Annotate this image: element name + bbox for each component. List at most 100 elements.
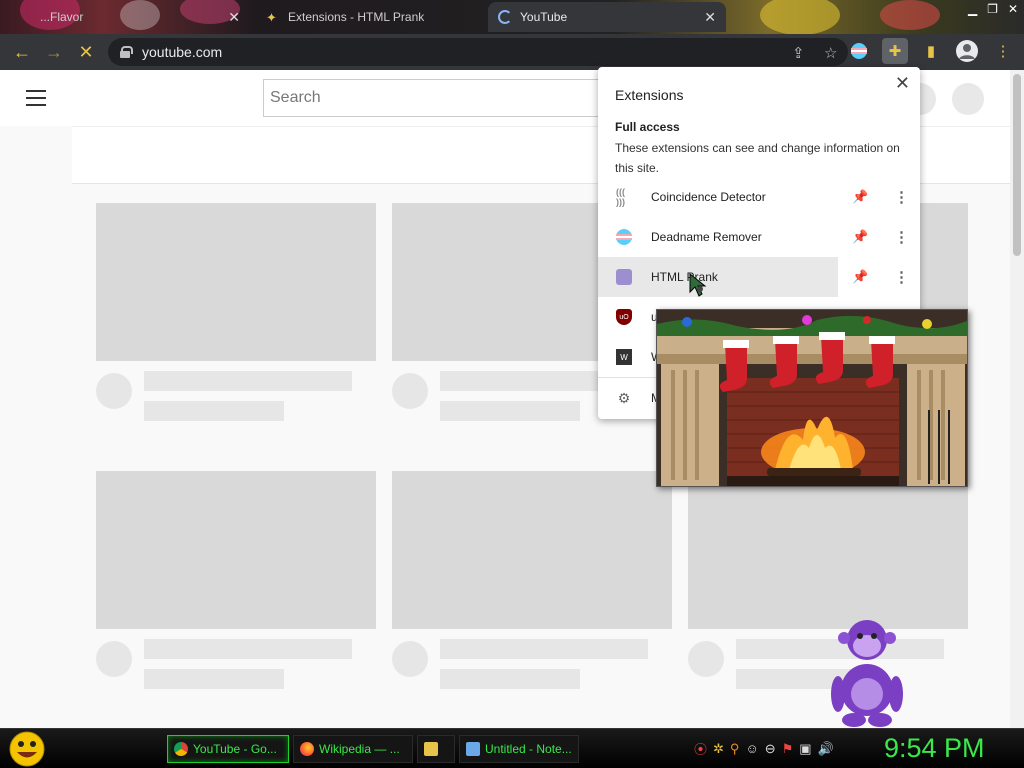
video-thumbnail-placeholder [688,471,968,629]
tab-flavor[interactable]: ...Flavor ✕ [30,2,250,32]
title-placeholder [144,639,352,659]
coincidence-icon: ((( ))) [616,187,625,207]
close-icon[interactable]: ✕ [228,9,240,26]
more-options-icon[interactable]: ⋮ [894,188,909,206]
scrollbar-thumb[interactable] [1013,74,1021,256]
extension-name: Deadname Remover [651,230,762,244]
bonzi-monkey-icon[interactable] [826,616,908,728]
window-controls: ▁ ❐ ✕ [968,2,1018,16]
taskbar-item-folder[interactable] [417,735,455,763]
video-thumbnail-placeholder [392,471,672,629]
tray-chat-icon[interactable]: ☺ [745,741,758,756]
url-text: youtube.com [142,44,223,60]
bookmark-star-icon[interactable]: ☆ [824,44,837,62]
more-options-icon[interactable]: ⋮ [894,228,909,246]
tray-search-icon[interactable]: ⚲ [730,741,740,757]
mouse-cursor-icon [689,272,707,297]
tab-label: YouTube [520,10,568,24]
task-label: YouTube - Go... [193,742,277,756]
search-input[interactable]: Search [263,79,643,117]
close-icon[interactable]: ✕ [704,9,716,26]
fireplace-image [657,310,967,486]
extension-row-html-prank[interactable]: HTML Prank [598,257,838,297]
lock-icon[interactable] [120,46,133,58]
trans-flag-extension-icon[interactable] [846,38,872,64]
title-placeholder [440,639,648,659]
trans-flag-icon [616,229,632,245]
extension-row-deadname-remover[interactable]: Deadname Remover 📌 ⋮ [598,217,920,257]
close-window-icon[interactable]: ✕ [1008,2,1018,16]
folder-icon [424,742,438,756]
minimize-icon[interactable]: ▁ [968,2,977,16]
browser-titlebar: ...Flavor ✕ ✦ Extensions - HTML Prank Yo… [0,0,1024,34]
meta-placeholder [144,669,284,689]
extension-name: Coincidence Detector [651,190,766,204]
address-bar[interactable]: youtube.com ⇪ ☆ [108,38,848,66]
title-placeholder [144,371,352,391]
start-smiley-icon[interactable] [8,731,46,767]
tray-security-icon[interactable]: ⊖ [765,741,776,757]
meta-placeholder [440,401,580,421]
system-tray: ⦿ ✲ ⚲ ☺ ⊖ ⚑ ▣ 🔊 [694,739,834,758]
tray-volume-icon[interactable]: 🔊 [818,741,834,757]
fireplace-prank-popup[interactable] [656,309,968,487]
section-title: Full access [615,120,680,134]
task-label: Wikipedia — ... [319,742,400,756]
tab-youtube[interactable]: YouTube ✕ [488,2,726,32]
channel-avatar-placeholder [688,641,724,677]
puzzle-icon: ✦ [266,10,277,25]
taskbar-clock[interactable]: 9:54 PM [884,733,985,764]
section-description: These extensions can see and change info… [615,141,900,175]
taskbar-item-notepad[interactable]: Untitled - Note... [459,735,579,763]
task-label: Untitled - Note... [485,742,572,756]
header-placeholder-circle [952,83,984,115]
share-icon[interactable]: ⇪ [792,44,805,62]
channel-avatar-placeholder [392,641,428,677]
video-thumbnail-placeholder [96,471,376,629]
notepad-icon [466,742,480,756]
wiki-icon: W [616,349,632,365]
channel-avatar-placeholder [96,641,132,677]
pin-icon[interactable]: 📌 [852,269,868,285]
tray-flag-icon[interactable]: ⚑ [782,741,794,757]
pin-icon-active[interactable]: 📌 [852,229,868,245]
toolbar-right-icons: ✚ ▮ ⋮ [846,38,1016,64]
popup-title: Extensions [615,87,684,103]
firefox-icon [300,742,314,756]
tab-label: ...Flavor [40,10,84,24]
close-icon[interactable]: ✕ [895,73,910,94]
tab-label: Extensions - HTML Prank [288,10,425,24]
taskbar: YouTube - Go... Wikipedia — ... Untitled… [0,728,1024,768]
gear-icon: ⚙ [617,389,631,406]
extension-row-html-prank-actions: 📌 ⋮ [840,257,920,297]
tray-monitor-icon[interactable]: ▣ [799,741,811,757]
pin-icon[interactable]: 📌 [852,189,868,205]
tray-app-icon[interactable]: ✲ [713,741,724,757]
meta-placeholder [440,669,580,689]
taskbar-item-wikipedia[interactable]: Wikipedia — ... [293,735,413,763]
tab-extensions-html-prank[interactable]: ✦ Extensions - HTML Prank [256,2,484,32]
stop-loading-icon[interactable]: ✕ [72,38,100,66]
page-scrollbar[interactable] [1010,70,1024,728]
maximize-icon[interactable]: ❐ [987,2,998,16]
hamburger-menu-icon[interactable] [26,90,46,106]
taskbar-item-youtube[interactable]: YouTube - Go... [167,735,289,763]
wallpaper-splat [880,0,940,30]
extension-row-coincidence-detector[interactable]: ((( ))) Coincidence Detector 📌 ⋮ [598,177,920,217]
profile-avatar-icon[interactable] [954,38,980,64]
meta-placeholder [144,401,284,421]
side-panel-icon[interactable]: ▮ [918,38,944,64]
video-thumbnail-placeholder [96,203,376,361]
wallpaper-splat [760,0,840,34]
ublock-icon: uO [616,309,632,325]
channel-avatar-placeholder [392,373,428,409]
menu-kebab-icon[interactable]: ⋮ [990,38,1016,64]
forward-arrow-icon[interactable]: → [40,38,68,66]
tray-network-icon[interactable]: ⦿ [694,739,707,758]
more-options-icon[interactable]: ⋮ [894,268,909,286]
loading-icon [498,10,512,24]
back-arrow-icon[interactable]: ← [8,38,36,66]
extensions-puzzle-icon[interactable]: ✚ [882,38,908,64]
chrome-icon [174,742,188,756]
channel-avatar-placeholder [96,373,132,409]
